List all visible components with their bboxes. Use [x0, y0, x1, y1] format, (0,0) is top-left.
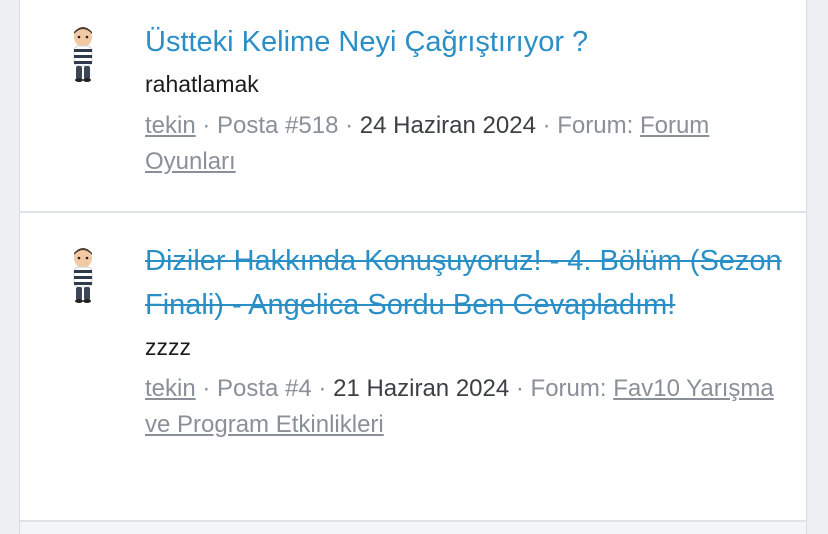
user-avatar-icon[interactable] — [66, 24, 100, 82]
search-result: Üstteki Kelime Neyi Çağrıştırıyor ? raha… — [20, 0, 806, 213]
next-result-edge — [20, 522, 806, 534]
result-meta: tekin · Posta #518 · 24 Haziran 2024 · F… — [145, 112, 710, 175]
post-number: Posta #4 — [217, 375, 312, 402]
result-title-link[interactable]: Diziler Hakkında Konuşuyoruz! - 4. Bölüm… — [145, 239, 785, 327]
post-date: 24 Haziran 2024 — [359, 112, 536, 139]
result-snippet: zzzz — [145, 334, 191, 360]
post-date: 21 Haziran 2024 — [333, 375, 510, 402]
search-result: Diziler Hakkında Konuşuyoruz! - 4. Bölüm… — [20, 213, 806, 522]
author-link[interactable]: tekin — [145, 112, 196, 139]
result-title-link[interactable]: Üstteki Kelime Neyi Çağrıştırıyor ? — [145, 20, 785, 64]
forum-prefix: Forum: — [557, 112, 634, 139]
search-results-panel: Üstteki Kelime Neyi Çağrıştırıyor ? raha… — [19, 0, 807, 534]
result-meta: tekin · Posta #4 · 21 Haziran 2024 · For… — [145, 375, 774, 438]
forum-prefix: Forum: — [530, 375, 607, 402]
result-body: Diziler Hakkında Konuşuyoruz! - 4. Bölüm… — [145, 239, 785, 443]
author-link[interactable]: tekin — [145, 375, 196, 402]
post-number: Posta #518 — [217, 112, 339, 139]
result-snippet: rahatlamak — [145, 71, 259, 97]
user-avatar-icon[interactable] — [66, 245, 100, 303]
result-body: Üstteki Kelime Neyi Çağrıştırıyor ? raha… — [145, 20, 785, 180]
